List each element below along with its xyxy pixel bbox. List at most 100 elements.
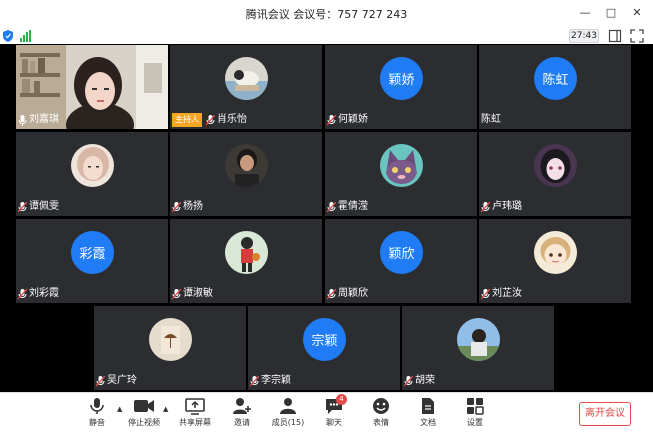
participant-tile[interactable]: 胡荣 [402, 306, 554, 390]
participant-name: 胡荣 [415, 375, 435, 386]
invite-label: 邀请 [234, 418, 250, 427]
participant-name: 肖乐怡 [217, 114, 247, 125]
stop-video-button[interactable]: 停止视频 [124, 397, 164, 433]
participant-avatar: 宗颖 [303, 318, 346, 361]
share-screen-button[interactable]: 共享屏幕 [175, 397, 215, 433]
chat-unread-badge: 4 [336, 394, 347, 405]
participant-tile[interactable]: 刘芷汝 [479, 219, 631, 303]
microphone-muted-icon [481, 288, 490, 299]
participant-name: 谭佩雯 [29, 201, 59, 212]
participant-tile[interactable]: 颖欣 周颖欣 [325, 219, 477, 303]
reactions-button[interactable]: 表情 [361, 397, 401, 433]
microphone-muted-icon [404, 375, 413, 386]
participant-nameplate: 卢玮璐 [481, 200, 522, 214]
microphone-muted-icon [18, 201, 27, 212]
participant-nameplate: 吴广玲 [96, 374, 137, 388]
microphone-muted-icon [327, 201, 336, 212]
participant-tile[interactable]: 颖娇 何颖娇 [325, 45, 477, 129]
participant-avatar [225, 231, 268, 274]
layout-toggle-icon[interactable] [608, 29, 622, 43]
participant-name: 霍倩滢 [338, 201, 368, 212]
mute-label: 静音 [89, 418, 105, 427]
title-bar: 腾讯会议 会议号：757 727 243 — □ ✕ [0, 0, 653, 28]
microphone-muted-icon [96, 375, 105, 386]
participant-nameplate: 何颖娇 [327, 113, 368, 127]
microphone-muted-icon [481, 201, 490, 212]
participant-tile[interactable]: 谭淑敏 [170, 219, 322, 303]
microphone-muted-icon [327, 288, 336, 299]
participant-avatar [457, 318, 500, 361]
shield-icon[interactable] [3, 30, 13, 42]
members-button[interactable]: 成员(15) [268, 397, 308, 433]
participant-name: 周颖欣 [338, 288, 368, 299]
members-label: 成员(15) [271, 418, 305, 427]
participant-avatar [380, 144, 423, 187]
chat-button[interactable]: 4 聊天 [314, 394, 354, 433]
mute-button[interactable]: 静音 [77, 397, 117, 433]
participant-tile[interactable]: 霍倩滢 [325, 132, 477, 216]
participant-nameplate: 周颖欣 [327, 287, 368, 301]
settings-grid-icon [467, 398, 484, 415]
video-options-caret-icon[interactable]: ▲ [163, 405, 171, 413]
chat-label: 聊天 [326, 418, 342, 427]
settings-button[interactable]: 设置 [455, 397, 495, 433]
participant-name: 刘嘉琪 [29, 114, 59, 125]
documents-button[interactable]: 文档 [408, 397, 448, 433]
settings-label: 设置 [467, 418, 483, 427]
maximize-button[interactable]: □ [601, 4, 621, 22]
participant-tile[interactable]: 彩霞 刘彩霞 [16, 219, 168, 303]
video-grid: 刘嘉琪 主持人 肖乐怡 颖娇 何颖娇 陈虹 陈虹 谭佩雯 杨扬 霍倩滢 卢玮璐 … [0, 44, 653, 392]
participant-nameplate: 刘嘉琪 [18, 113, 59, 127]
microphone-muted-icon [172, 288, 181, 299]
members-icon [280, 398, 296, 414]
participant-avatar: 彩霞 [71, 231, 114, 274]
fullscreen-icon[interactable] [630, 29, 644, 43]
participant-avatar [225, 144, 268, 187]
participant-nameplate: 杨扬 [172, 200, 203, 214]
invite-button[interactable]: 邀请 [222, 397, 262, 433]
documents-label: 文档 [420, 418, 436, 427]
participant-nameplate: 胡荣 [404, 374, 435, 388]
video-camera-icon [134, 400, 154, 412]
participant-nameplate: 刘芷汝 [481, 287, 522, 301]
participant-tile[interactable]: 吴广玲 [94, 306, 246, 390]
participant-avatar [534, 144, 577, 187]
participant-name: 刘彩霞 [29, 288, 59, 299]
participant-tile[interactable]: 卢玮璐 [479, 132, 631, 216]
participant-nameplate: 霍倩滢 [327, 200, 368, 214]
microphone-muted-icon [327, 114, 336, 125]
participant-nameplate: 主持人 肖乐怡 [172, 113, 247, 127]
window-title: 腾讯会议 会议号：757 727 243 [245, 8, 408, 21]
participant-nameplate: 李宗颖 [250, 374, 291, 388]
participant-nameplate: 刘彩霞 [18, 287, 59, 301]
participant-nameplate: 陈虹 [481, 113, 501, 127]
participant-tile[interactable]: 刘嘉琪 [16, 45, 168, 129]
host-badge: 主持人 [172, 113, 202, 127]
participant-tile[interactable]: 主持人 肖乐怡 [170, 45, 322, 129]
participant-tile[interactable]: 谭佩雯 [16, 132, 168, 216]
status-strip: 27:43 [0, 28, 653, 44]
participant-name: 谭淑敏 [183, 288, 213, 299]
minimize-button[interactable]: — [575, 4, 595, 22]
participant-name: 卢玮璐 [492, 201, 522, 212]
participant-name: 吴广玲 [107, 375, 137, 386]
participant-nameplate: 谭佩雯 [18, 200, 59, 214]
stop-video-label: 停止视频 [128, 418, 160, 427]
microphone-muted-icon [206, 114, 215, 125]
microphone-muted-icon [172, 201, 181, 212]
participant-tile[interactable]: 陈虹 陈虹 [479, 45, 631, 129]
participant-name: 陈虹 [481, 114, 501, 125]
close-button[interactable]: ✕ [627, 4, 647, 22]
participant-name: 杨扬 [183, 201, 203, 212]
leave-meeting-button[interactable]: 离开会议 [579, 402, 631, 426]
invite-user-icon [233, 398, 251, 414]
participant-avatar [534, 231, 577, 274]
participant-name: 刘芷汝 [492, 288, 522, 299]
signal-strength-icon[interactable] [20, 30, 32, 42]
share-screen-icon [185, 398, 205, 415]
participant-tile[interactable]: 宗颖 李宗颖 [248, 306, 400, 390]
reactions-label: 表情 [373, 418, 389, 427]
participant-avatar [149, 318, 192, 361]
participant-name: 李宗颖 [261, 375, 291, 386]
participant-tile[interactable]: 杨扬 [170, 132, 322, 216]
